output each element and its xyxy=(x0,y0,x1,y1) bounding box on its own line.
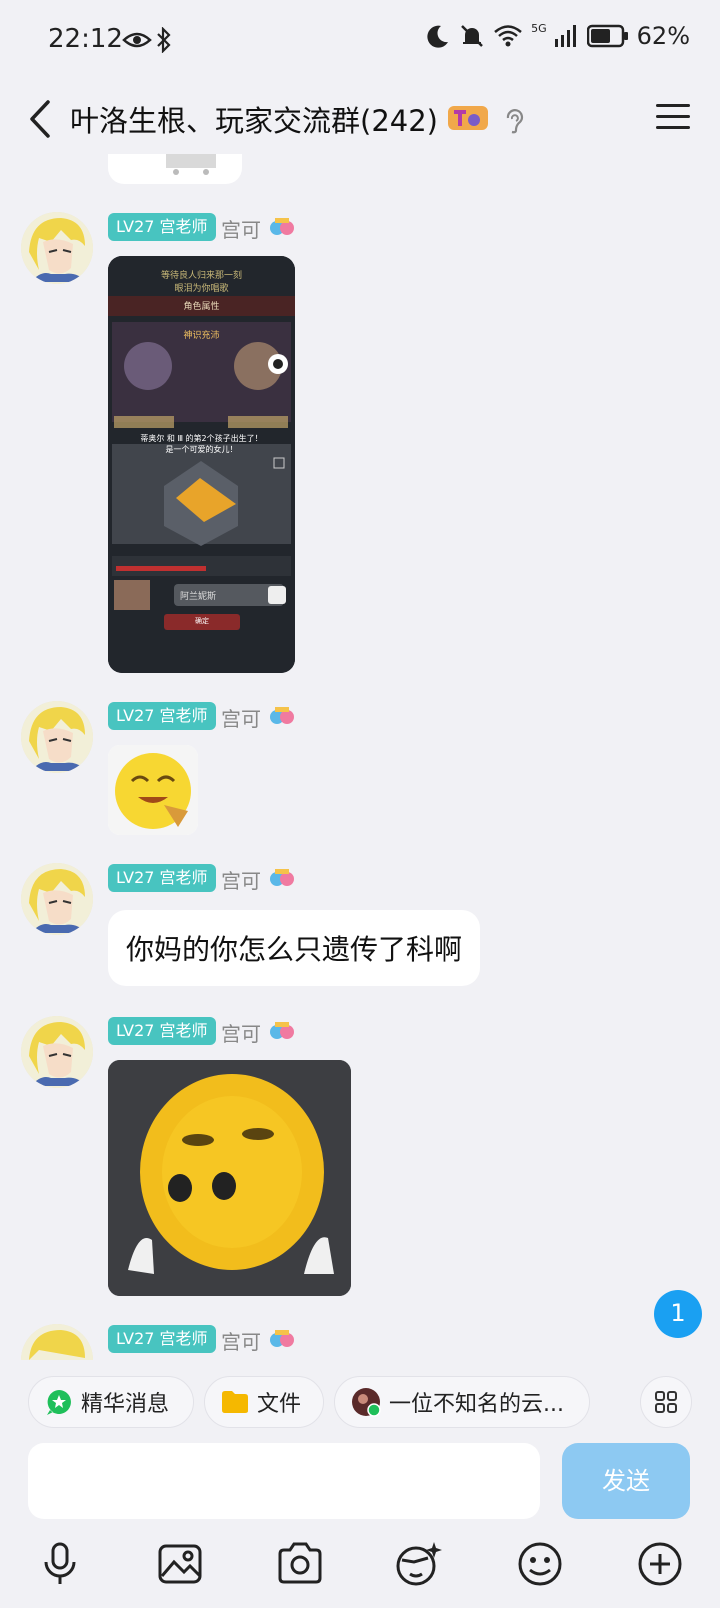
status-bar: 22:12 5G 62% xyxy=(0,0,720,84)
member-level-badge: LV27 宫老师 xyxy=(108,702,216,730)
microphone-icon[interactable] xyxy=(36,1540,84,1588)
mute-bell-icon xyxy=(461,25,484,47)
essence-label: 精华消息 xyxy=(81,1392,170,1417)
chat-header: 叶洛生根、玩家交流群(242) xyxy=(0,84,720,154)
member-level-badge: LV27 宫老师 xyxy=(108,864,216,892)
ear-icon[interactable] xyxy=(502,106,526,134)
medal-icon xyxy=(270,869,294,886)
back-icon[interactable] xyxy=(22,94,62,144)
wifi-icon xyxy=(494,25,522,47)
game-top-line1: 等待良人归来那一刻 xyxy=(160,271,242,281)
add-icon[interactable] xyxy=(636,1540,684,1588)
sticker-image[interactable] xyxy=(108,1060,351,1296)
message-input[interactable] xyxy=(28,1443,540,1519)
medal-icon xyxy=(270,218,294,235)
menu-icon[interactable] xyxy=(656,102,690,132)
sender-nickname[interactable]: 宫可 xyxy=(221,1018,261,1047)
member-level-badge: LV27 宫老师 xyxy=(108,213,216,241)
game-confirm: 确定 xyxy=(195,617,209,625)
folder-icon xyxy=(222,1391,248,1413)
member-level-badge: LV27 宫老师 xyxy=(108,1017,216,1045)
partial-sticker[interactable] xyxy=(108,154,242,184)
grid-icon xyxy=(655,1391,677,1413)
magic-face-icon[interactable] xyxy=(394,1540,442,1588)
moon-icon xyxy=(427,25,449,48)
more-apps-button[interactable] xyxy=(640,1376,692,1428)
game-name-value: 阿兰妮斯 xyxy=(180,592,217,602)
battery-percent: 62% xyxy=(636,22,690,50)
avatar[interactable] xyxy=(21,212,93,284)
tag-logo-icon xyxy=(448,106,488,130)
status-time: 22:12 xyxy=(48,24,123,54)
camera-icon[interactable] xyxy=(276,1540,324,1588)
game-screenshot-image[interactable]: 等待良人归来那一刻 眼泪为你唱歌 角色属性 神识充沛 蒂奥尔 和 Ⅲ 的第2个孩… xyxy=(108,256,295,673)
game-panel-title: 角色属性 xyxy=(183,302,220,312)
avatar[interactable] xyxy=(21,863,93,935)
game-birth-line1: 蒂奥尔 和 Ⅲ 的第2个孩子出生了！ xyxy=(140,434,263,443)
member-level-badge: LV27 宫老师 xyxy=(108,1325,216,1353)
network-type: 5G xyxy=(531,21,547,35)
sender-nickname[interactable]: 宫可 xyxy=(221,865,261,894)
eye-icon xyxy=(122,32,152,48)
essence-icon xyxy=(47,1390,71,1415)
user-shortcut-button[interactable]: 一位不知名的云... xyxy=(334,1376,590,1428)
signal-icon xyxy=(554,25,576,47)
emoji-icon[interactable] xyxy=(516,1540,564,1588)
game-birth-line2: 是一个可爱的女儿！ xyxy=(165,445,238,454)
user-avatar xyxy=(352,1388,381,1417)
text-message-bubble[interactable]: 你妈的你怎么只遗传了科啊 xyxy=(108,910,481,986)
medal-icon xyxy=(270,1022,294,1039)
files-label: 文件 xyxy=(257,1392,302,1417)
image-icon[interactable] xyxy=(156,1540,204,1588)
sender-nickname[interactable]: 宫可 xyxy=(221,214,261,243)
battery-icon xyxy=(586,24,628,48)
user-shortcut-label: 一位不知名的云... xyxy=(389,1392,564,1417)
avatar[interactable] xyxy=(21,1016,93,1088)
medal-icon xyxy=(270,707,294,724)
bluetooth-icon xyxy=(157,27,171,53)
group-title[interactable]: 叶洛生根、玩家交流群(242) xyxy=(70,98,438,140)
medal-icon xyxy=(270,1330,294,1347)
sender-nickname[interactable]: 宫可 xyxy=(221,703,261,732)
game-top-line2: 眼泪为你唱歌 xyxy=(174,284,229,294)
avatar[interactable] xyxy=(21,701,93,773)
game-event-title: 神识充沛 xyxy=(183,331,220,341)
send-button[interactable]: 发送 xyxy=(562,1443,690,1519)
essence-messages-button[interactable]: 精华消息 xyxy=(28,1376,194,1428)
unread-count-bubble[interactable]: 1 xyxy=(654,1290,702,1338)
files-button[interactable]: 文件 xyxy=(204,1376,324,1428)
sender-nickname[interactable]: 宫可 xyxy=(221,1326,261,1355)
sticker-image[interactable] xyxy=(108,745,198,835)
avatar[interactable] xyxy=(21,1324,93,1360)
